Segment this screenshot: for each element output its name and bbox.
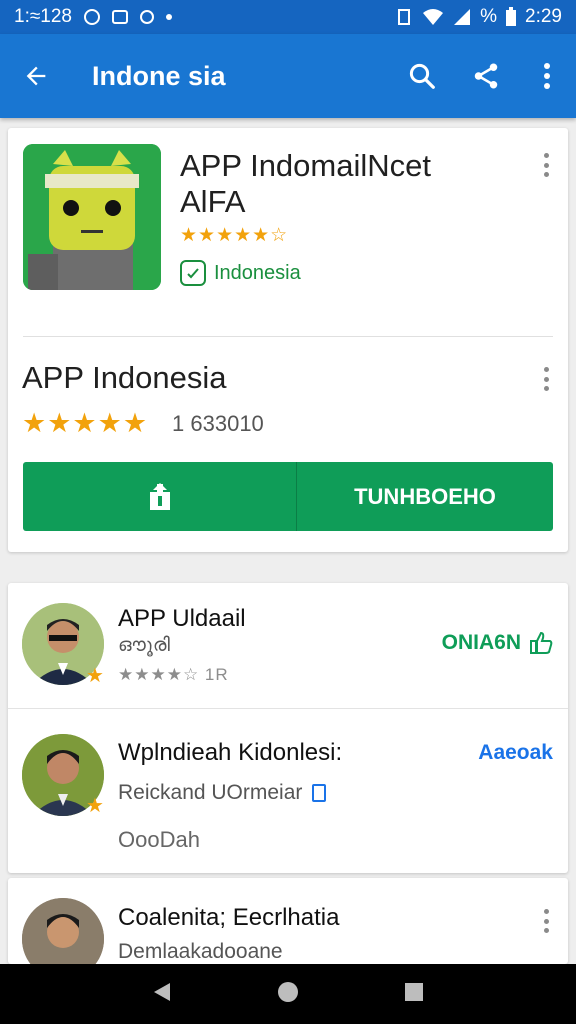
list-item-action[interactable]: ONIA6N — [442, 631, 553, 655]
nav-back-icon — [154, 982, 170, 1001]
app-bar: Indone sia — [0, 34, 576, 118]
notification-icon — [83, 9, 100, 25]
related-list-card-2: Coalenita; Eecrlhatia Demlaakadooane — [8, 878, 568, 964]
nav-recents-button[interactable] — [404, 982, 424, 1007]
app-detail-card: APP IndomailNcet AlFA ★★★★★☆ Indonesia A… — [8, 128, 568, 552]
vibrate-icon — [398, 9, 411, 25]
app-stars-text: ★★★★★☆ — [180, 225, 289, 246]
detail-stars: ★★★★★ — [22, 408, 149, 438]
related-list-card: ★ APP Uldaail ഔൂരി ★★★★☆ 1R ONIA6N ★ Wpl… — [8, 583, 568, 873]
battery-icon — [506, 7, 517, 26]
back-button[interactable] — [0, 34, 72, 118]
list-item-action-label: ONIA6N — [441, 631, 521, 654]
upload-icon — [149, 482, 170, 510]
avatar — [22, 898, 104, 964]
list-item-name: APP Uldaail — [118, 605, 246, 632]
list-item-sub-text: Reickand UOrmeiar — [118, 781, 303, 804]
star-badge-icon: ★ — [86, 795, 104, 817]
detail-more-button[interactable] — [534, 364, 558, 394]
app-title-line2: AlFA — [180, 184, 246, 219]
app-country[interactable]: Indonesia — [180, 260, 301, 286]
list-item-extra: OooDah — [118, 827, 200, 852]
more-vert-icon — [544, 63, 550, 89]
divider — [23, 336, 553, 337]
status-bar: 1:≈128 % 2:29 — [0, 0, 576, 34]
list-item-sub: ഔൂരി — [118, 635, 170, 656]
app-rating-stars: ★★★★★☆ — [180, 224, 288, 247]
list-item-sub: Demlaakadooane — [118, 940, 283, 963]
signal-icon — [454, 9, 471, 25]
share-button[interactable] — [454, 34, 518, 118]
list-item[interactable]: ★ APP Uldaail ഔൂരി ★★★★☆ 1R ONIA6N — [8, 583, 568, 708]
list-item-sub: Reickand UOrmeiar — [118, 781, 327, 805]
dot-icon — [165, 14, 172, 20]
share-icon — [474, 63, 498, 89]
app-more-button[interactable] — [534, 150, 558, 180]
star-badge-icon: ★ — [86, 665, 104, 687]
list-item[interactable]: ★ Wplndieah Kidonlesi: Reickand UOrmeiar… — [8, 709, 568, 873]
nav-recents-icon — [405, 982, 423, 1001]
list-item-action[interactable]: Aaeoak — [478, 741, 553, 765]
share-action-button[interactable] — [23, 462, 297, 531]
list-item[interactable]: Coalenita; Eecrlhatia Demlaakadooane — [8, 878, 568, 964]
overflow-menu-button[interactable] — [518, 34, 576, 118]
list-item-name: Coalenita; Eecrlhatia — [118, 904, 340, 931]
status-time-left: 1:≈128 — [14, 6, 72, 27]
robot-mascot-icon — [23, 144, 161, 290]
wifi-icon — [423, 9, 444, 25]
nav-back-button[interactable] — [152, 981, 172, 1008]
search-button[interactable] — [390, 34, 454, 118]
app-country-label: Indonesia — [214, 261, 301, 284]
detail-rating: ★★★★★ 1 633010 — [22, 408, 264, 439]
verified-icon — [180, 260, 206, 286]
app-title: APP IndomailNcet AlFA — [180, 148, 510, 220]
search-icon — [409, 63, 435, 89]
list-item-name: Wplndieah Kidonlesi: — [118, 739, 343, 766]
battery-percent: % — [480, 6, 498, 27]
nav-home-icon — [278, 981, 298, 1002]
install-button[interactable]: TUNHBOEHO — [297, 462, 553, 531]
page-title: Indone sia — [92, 60, 226, 91]
app-icon[interactable] — [23, 144, 161, 290]
detail-rating-count: 1 633010 — [172, 410, 264, 436]
tablet-icon — [312, 784, 327, 802]
app-title-line1: APP IndomailNcet — [180, 148, 431, 183]
thumbs-up-icon — [530, 632, 553, 654]
list-item-stars: ★★★★☆ 1R — [118, 665, 229, 684]
message-icon — [139, 10, 154, 24]
nav-home-button[interactable] — [276, 980, 300, 1009]
gallery-icon — [111, 10, 128, 24]
list-item-more-button[interactable] — [534, 906, 558, 936]
system-nav-bar — [0, 964, 576, 1024]
action-buttons: TUNHBOEHO — [23, 462, 553, 531]
detail-title: APP Indonesia — [22, 360, 227, 395]
status-time-right: 2:29 — [525, 6, 562, 27]
arrow-back-icon — [26, 66, 46, 86]
